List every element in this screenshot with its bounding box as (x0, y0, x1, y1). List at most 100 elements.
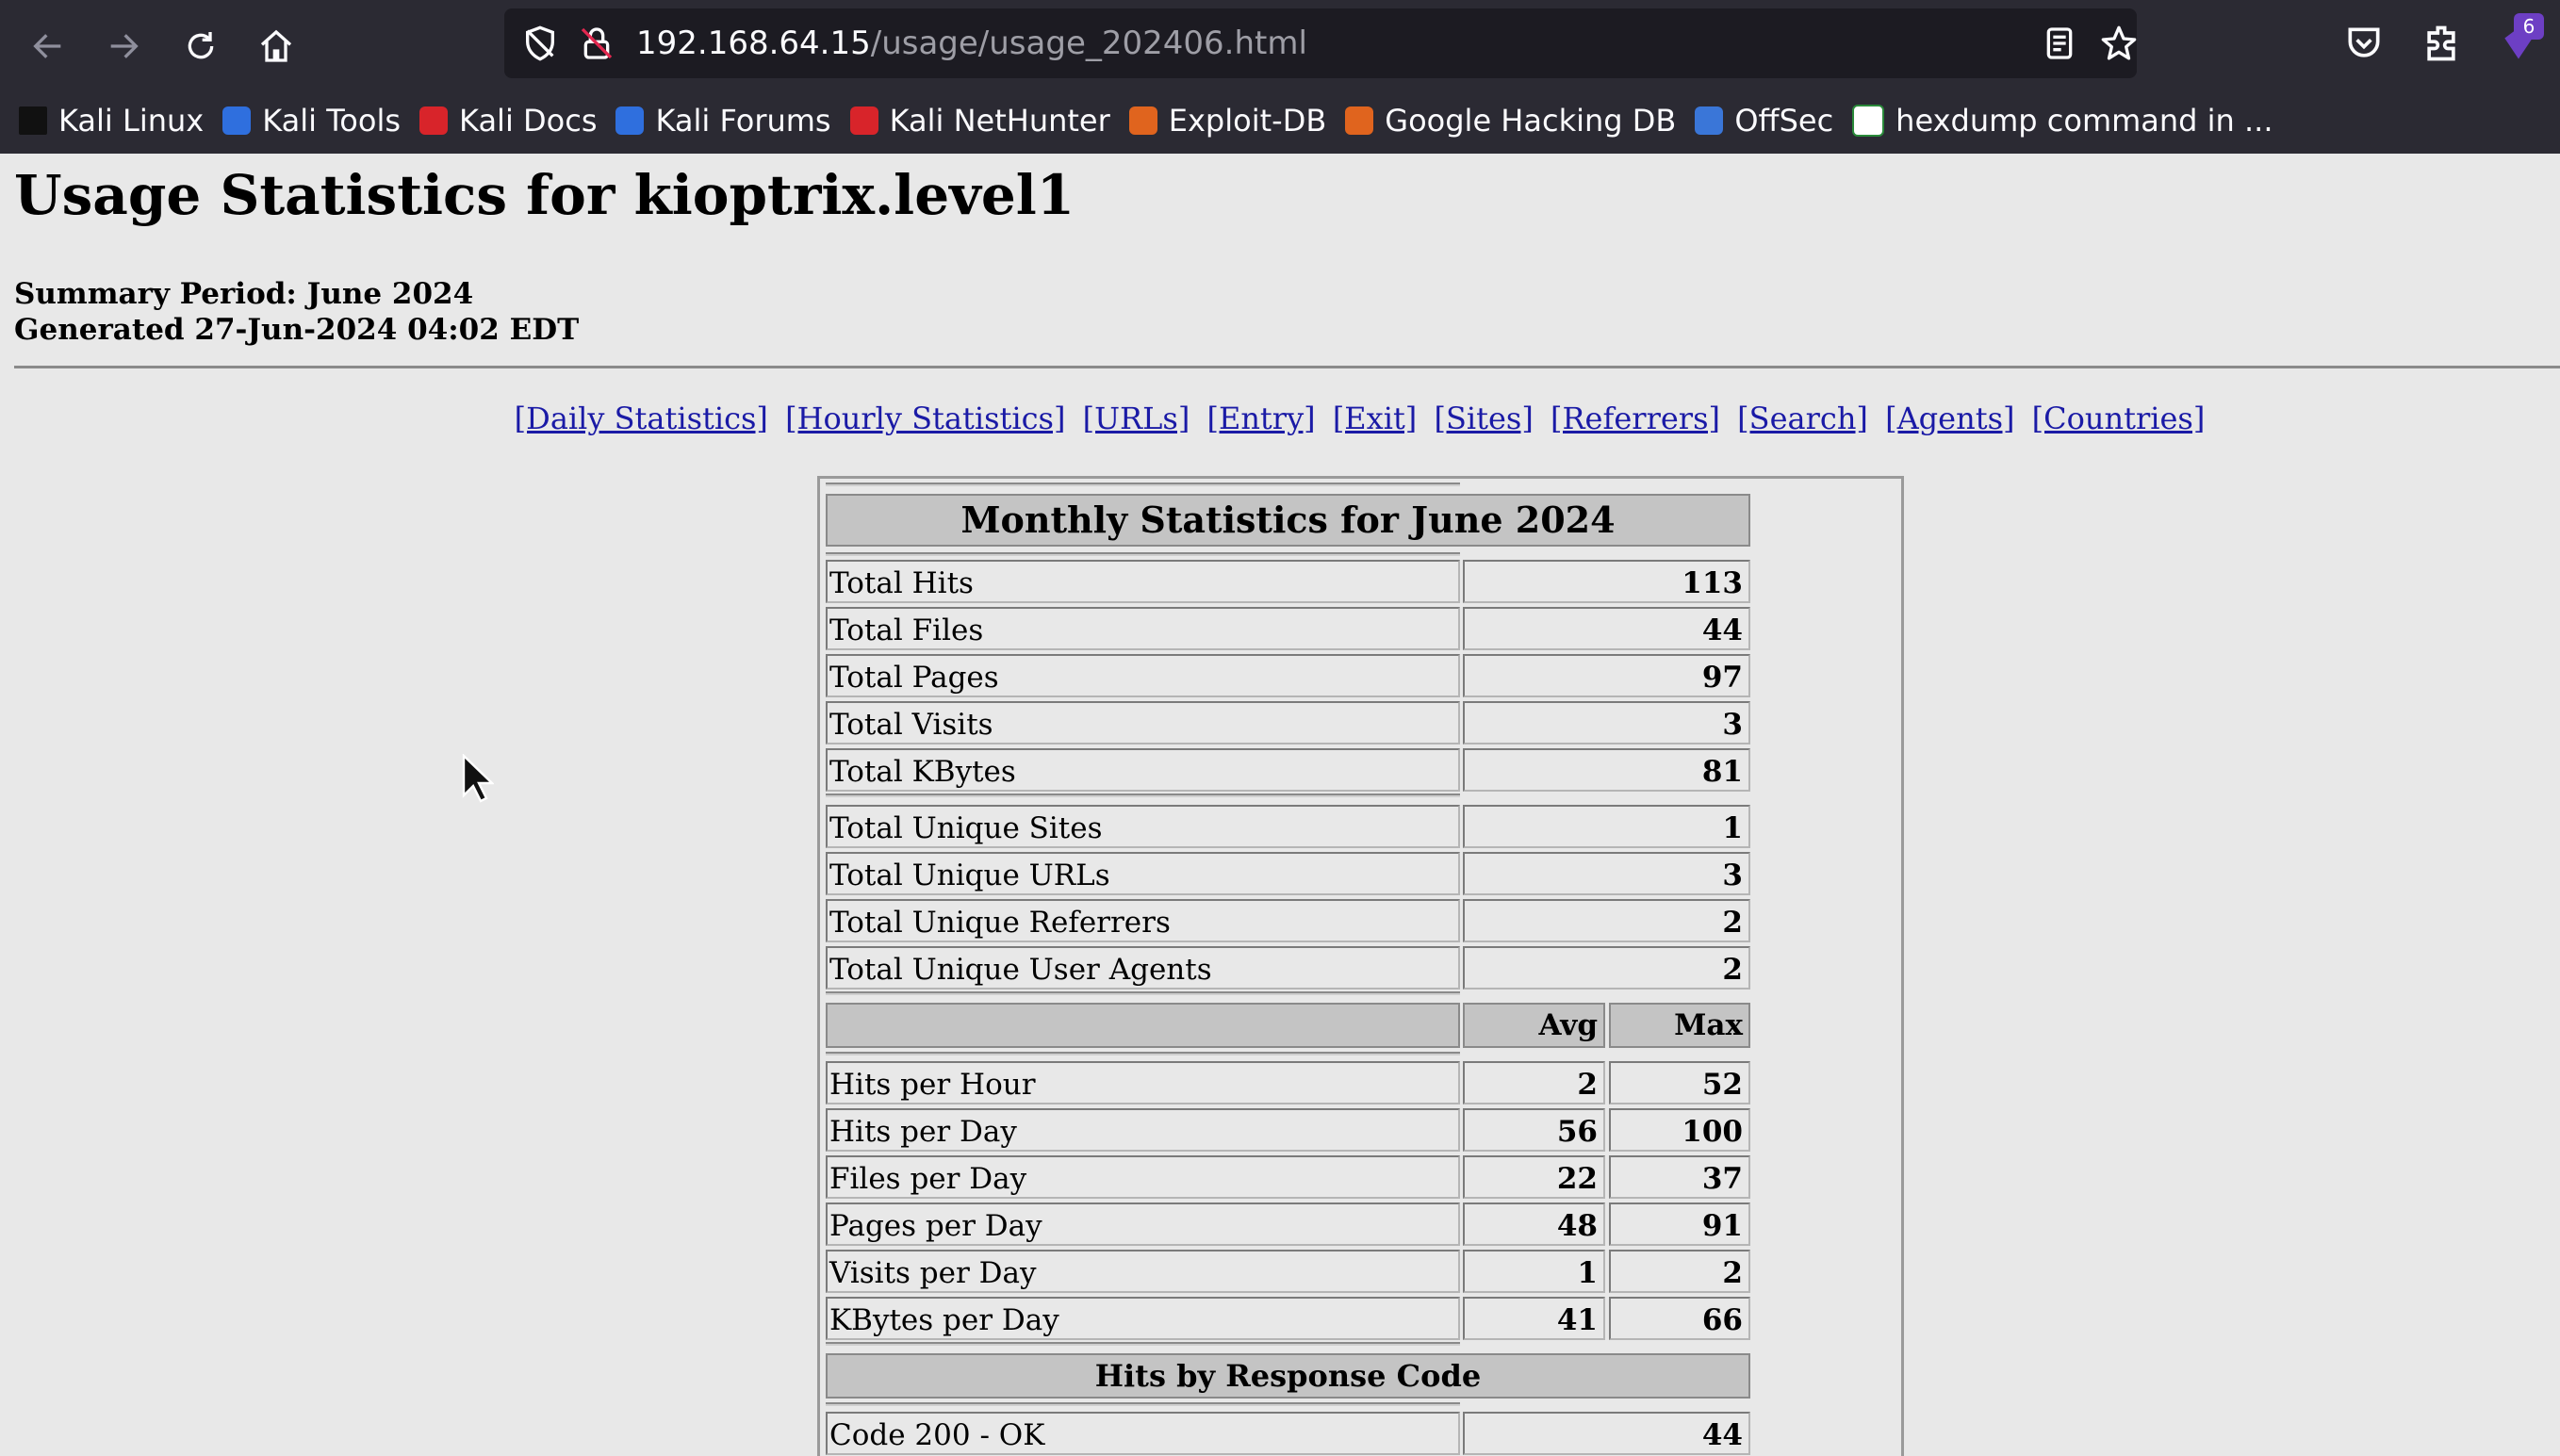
bookmark-item[interactable]: Kali Docs (419, 103, 597, 139)
page-content: Usage Statistics for kioptrix.level1 Sum… (0, 154, 2560, 1456)
generated-timestamp: Generated 27-Jun-2024 04:02 EDT (14, 313, 580, 347)
stats-row-value: 44 (1463, 1412, 1750, 1455)
nav-link[interactable]: [Sites] (1434, 401, 1533, 436)
home-button[interactable] (249, 19, 304, 74)
stats-row-avg: 2 (1463, 1061, 1605, 1104)
monthly-stats-table: Monthly Statistics for June 2024 Total Hi… (817, 476, 1904, 1456)
browser-chrome: 192.168.64.15/usage/usage_202406.html 6 … (0, 0, 2560, 154)
stats-row-avg: 41 (1463, 1297, 1605, 1340)
stats-row-max: 2 (1609, 1250, 1750, 1293)
stats-row-label: Pages per Day (826, 1202, 1460, 1246)
row-separator (826, 793, 1460, 797)
stats-row-value: 44 (1463, 607, 1750, 650)
bookmark-label: hexdump command in ... (1895, 103, 2273, 139)
url-text[interactable]: 192.168.64.15/usage/usage_202406.html (636, 8, 1307, 78)
stats-row-max: 52 (1609, 1061, 1750, 1104)
stats-row-value: 3 (1463, 852, 1750, 895)
row-separator (826, 1052, 1460, 1055)
reload-icon (188, 32, 214, 59)
row-separator (826, 552, 1460, 556)
insecure-lock-icon[interactable] (578, 25, 615, 62)
forward-button[interactable] (96, 19, 151, 74)
offsec-icon (1695, 106, 1724, 135)
extensions-puzzle-icon[interactable] (2421, 23, 2462, 64)
nav-link[interactable]: [Referrers] (1551, 401, 1720, 436)
stats-row-max: 37 (1609, 1155, 1750, 1199)
stats-row-label: Hits per Hour (826, 1061, 1460, 1104)
kali-docs-icon (419, 106, 449, 135)
url-path: /usage/usage_202406.html (870, 25, 1307, 62)
bookmark-item[interactable]: Kali Tools (222, 103, 401, 139)
row-separator (826, 1402, 1460, 1406)
bookmark-item[interactable]: Exploit-DB (1128, 103, 1327, 139)
stats-row-max: 91 (1609, 1202, 1750, 1246)
horizontal-rule (14, 366, 2560, 368)
stats-row-avg: 48 (1463, 1202, 1605, 1246)
bookmark-label: Google Hacking DB (1385, 103, 1677, 139)
stats-row-label: Code 200 - OK (826, 1412, 1460, 1455)
nav-link[interactable]: [Countries] (2032, 401, 2206, 436)
bookmark-label: Kali Docs (459, 103, 598, 139)
stats-row-label: Total Unique URLs (826, 852, 1460, 895)
tracking-protection-shield-icon[interactable] (521, 25, 559, 62)
avg-max-header-blank (826, 1003, 1460, 1048)
bookmark-label: Kali Tools (262, 103, 402, 139)
bookmark-item[interactable]: hexdump command in ... (1852, 103, 2273, 139)
stats-row-value: 2 (1463, 899, 1750, 942)
stats-row-label: Total Files (826, 607, 1460, 650)
back-arrow-icon (33, 34, 61, 58)
bookmarks-toolbar: Kali Linux Kali Tools Kali Docs Kali Forums… (0, 100, 2273, 141)
bookmark-label: Exploit-DB (1168, 103, 1327, 139)
pocket-icon[interactable] (2343, 23, 2385, 64)
row-separator (826, 1342, 1460, 1346)
address-bar[interactable]: 192.168.64.15/usage/usage_202406.html (504, 8, 2137, 78)
stats-row-avg: 1 (1463, 1250, 1605, 1293)
stats-row-label: Total Hits (826, 560, 1460, 603)
stats-row-avg: 22 (1463, 1155, 1605, 1199)
row-separator (826, 483, 1460, 486)
extension-badge: 6 (2514, 13, 2544, 40)
nav-link[interactable]: [Agents] (1885, 401, 2014, 436)
stats-row-label: Total KBytes (826, 748, 1460, 792)
bookmark-item[interactable]: Kali NetHunter (849, 103, 1110, 139)
forward-arrow-icon (110, 34, 139, 58)
stats-row-max: 66 (1609, 1297, 1750, 1340)
bookmark-star-icon[interactable] (2100, 25, 2138, 62)
bookmark-label: Kali Linux (58, 103, 205, 139)
url-host: 192.168.64.15 (636, 25, 871, 62)
stats-row-label: Hits per Day (826, 1108, 1460, 1152)
stats-row-value: 97 (1463, 654, 1750, 697)
nav-link[interactable]: [Entry] (1206, 401, 1315, 436)
bookmark-item[interactable]: Kali Forums (615, 103, 831, 139)
stats-row-label: Total Unique User Agents (826, 946, 1460, 990)
kali-nethunter-icon (849, 106, 878, 135)
bookmark-label: Kali Forums (655, 103, 831, 139)
stats-row-avg: 56 (1463, 1108, 1605, 1152)
stats-row-label: Total Visits (826, 701, 1460, 744)
stats-row-value: 113 (1463, 560, 1750, 603)
mouse-cursor-icon (462, 754, 494, 803)
nav-link[interactable]: [Exit] (1333, 401, 1417, 436)
page-title: Usage Statistics for kioptrix.level1 (14, 163, 1075, 227)
reload-button[interactable] (173, 19, 228, 74)
bookmark-item[interactable]: OffSec (1695, 103, 1833, 139)
exploit-db-icon (1128, 106, 1157, 135)
bookmark-label: Kali NetHunter (889, 103, 1110, 139)
bookmark-item[interactable]: Google Hacking DB (1345, 103, 1676, 139)
kali-forums-icon (615, 106, 645, 135)
hexdump-icon (1852, 105, 1885, 137)
nav-link[interactable]: [URLs] (1083, 401, 1190, 436)
home-icon (260, 29, 292, 62)
nav-link[interactable]: [Search] (1737, 401, 1868, 436)
bookmark-label: OffSec (1734, 103, 1834, 139)
max-column-header: Max (1609, 1003, 1750, 1048)
summary-block: Summary Period: June 2024 Generated 27-J… (14, 276, 579, 348)
kali-dragon-icon (19, 106, 47, 135)
bookmark-item[interactable]: Kali Linux (19, 103, 204, 139)
back-button[interactable] (21, 19, 75, 74)
summary-period: Summary Period: June 2024 (14, 277, 474, 311)
stats-row-label: Visits per Day (826, 1250, 1460, 1293)
nav-link[interactable]: [Daily Statistics] (515, 401, 768, 436)
reader-view-icon[interactable] (2041, 25, 2078, 62)
nav-link[interactable]: [Hourly Statistics] (785, 401, 1065, 436)
